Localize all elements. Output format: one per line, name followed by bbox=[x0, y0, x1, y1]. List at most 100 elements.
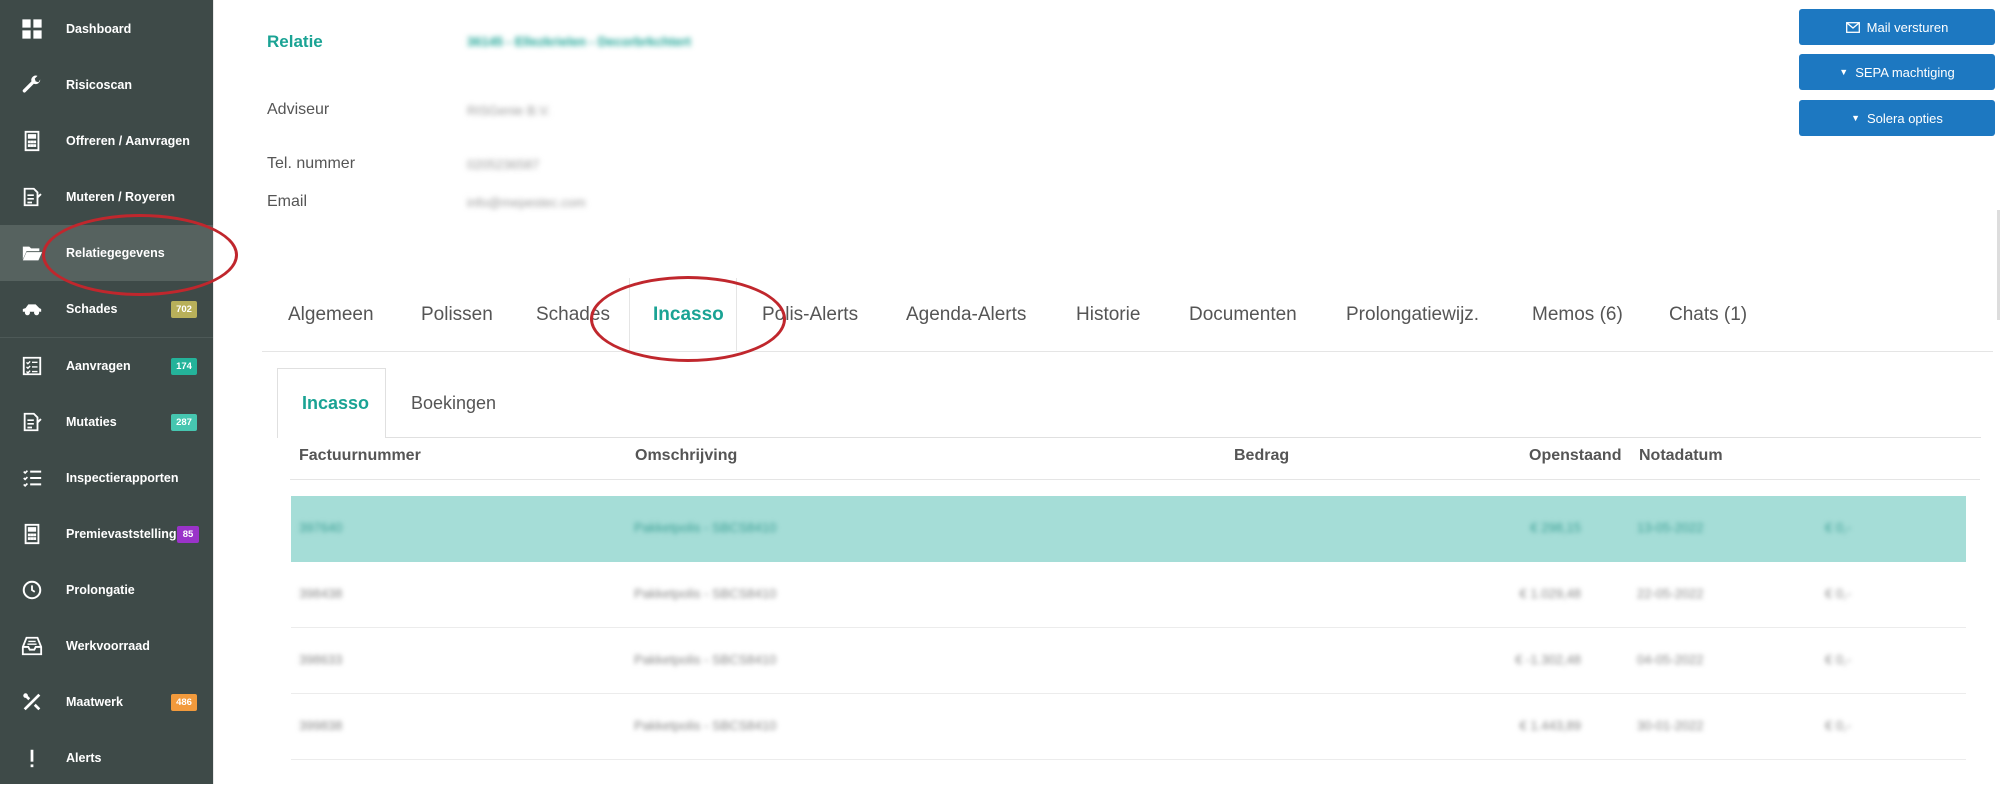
cell-bedrag: € -1.302,48 bbox=[1515, 652, 1581, 667]
mail-versturen-button[interactable]: Mail versturen bbox=[1799, 9, 1995, 45]
sidebar-item-label: Risicoscan bbox=[66, 78, 133, 92]
tab-historie[interactable]: Historie bbox=[1076, 278, 1140, 352]
sidebar-item-alerts[interactable]: Alerts bbox=[0, 730, 213, 786]
solera-opties-label: Solera opties bbox=[1867, 110, 1943, 126]
tools-icon bbox=[20, 690, 44, 714]
cell-factuurnummer: 398438 bbox=[299, 586, 343, 601]
column-header-factuurnummer[interactable]: Factuurnummer bbox=[299, 447, 421, 465]
tab-polis-alerts[interactable]: Polis-Alerts bbox=[762, 278, 858, 352]
sidebar-item-muteren[interactable]: Muteren / Royeren bbox=[0, 169, 213, 225]
mail-versturen-label: Mail versturen bbox=[1866, 19, 1949, 35]
calculator-icon bbox=[20, 522, 44, 546]
tab-separator bbox=[629, 278, 630, 352]
subtab-boekingen[interactable]: Boekingen bbox=[411, 368, 496, 438]
cell-factuurnummer: 399838 bbox=[299, 718, 343, 733]
subtab-border bbox=[277, 437, 1981, 438]
sidebar-item-werkvoorraad[interactable]: Werkvoorraad bbox=[0, 618, 213, 674]
schades-count-badge: 702 bbox=[171, 300, 197, 318]
document-edit-icon bbox=[20, 410, 44, 434]
tab-prolongatiewijz[interactable]: Prolongatiewijz. bbox=[1346, 278, 1479, 352]
sidebar-item-risicoscan[interactable]: Risicoscan bbox=[0, 57, 213, 113]
mutaties-count-badge: 287 bbox=[171, 413, 197, 431]
table-header-divider bbox=[290, 479, 1980, 480]
table-row-selected[interactable]: 397640 Pakketpolis - SBCS8410 € 298,15 €… bbox=[291, 496, 1966, 562]
calculator-icon bbox=[20, 129, 44, 153]
tab-memos[interactable]: Memos (6) bbox=[1532, 278, 1623, 352]
sidebar-item-inspectierapporten[interactable]: Inspectierapporten bbox=[0, 450, 213, 506]
sidebar-item-label: Inspectierapporten bbox=[66, 471, 179, 485]
caret-down-icon: ▼ bbox=[1851, 113, 1861, 123]
sidebar: Dashboard Risicoscan Offreren / Aanvrage… bbox=[0, 0, 213, 784]
sidebar-item-relatiegegevens[interactable]: Relatiegegevens bbox=[0, 225, 213, 281]
sidebar-item-mutaties[interactable]: Mutaties 287 bbox=[0, 394, 213, 450]
cell-notadatum: 30-01-2022 bbox=[1637, 718, 1704, 733]
tel-value: 0205236587 bbox=[467, 157, 540, 172]
sidebar-item-label: Schades bbox=[66, 302, 118, 316]
column-header-bedrag[interactable]: Bedrag bbox=[1234, 447, 1289, 465]
folder-open-icon bbox=[20, 241, 44, 265]
sidebar-item-premievaststelling[interactable]: Premievaststelling 85 bbox=[0, 506, 213, 562]
table-row[interactable]: 398438 Pakketpolis - SBCS8410 € 1.029,48… bbox=[291, 562, 1966, 628]
table-row[interactable]: 399838 Pakketpolis - SBCS8410 € 1.443,89… bbox=[291, 694, 1966, 760]
tab-separator bbox=[736, 278, 737, 352]
envelope-icon bbox=[1845, 21, 1860, 33]
tab-incasso[interactable]: Incasso bbox=[653, 278, 724, 352]
tab-agenda-alerts[interactable]: Agenda-Alerts bbox=[906, 278, 1026, 352]
checklist-icon bbox=[20, 354, 44, 378]
tab-chats[interactable]: Chats (1) bbox=[1669, 278, 1747, 352]
sepa-machtiging-label: SEPA machtiging bbox=[1855, 64, 1955, 80]
sidebar-item-label: Maatwerk bbox=[66, 695, 123, 709]
aanvragen-count-badge: 174 bbox=[171, 357, 197, 375]
cell-notadatum: 13-05-2022 bbox=[1637, 520, 1704, 535]
tab-algemeen[interactable]: Algemeen bbox=[288, 278, 374, 352]
sidebar-item-schades[interactable]: Schades 702 bbox=[0, 281, 213, 337]
exclamation-icon bbox=[20, 746, 44, 770]
clock-icon bbox=[20, 578, 44, 602]
sidebar-item-label: Muteren / Royeren bbox=[66, 190, 176, 204]
cell-factuurnummer: 397640 bbox=[299, 520, 343, 535]
column-header-notadatum[interactable]: Notadatum bbox=[1639, 447, 1723, 465]
caret-down-icon: ▼ bbox=[1839, 67, 1849, 77]
column-header-omschrijving[interactable]: Omschrijving bbox=[635, 447, 737, 465]
sidebar-item-aanvragen[interactable]: Aanvragen 174 bbox=[0, 338, 213, 394]
wrench-icon bbox=[20, 73, 44, 97]
sidebar-item-label: Dashboard bbox=[66, 22, 132, 36]
table-row[interactable]: 398633 Pakketpolis - SBCS8410 € -1.302,4… bbox=[291, 628, 1966, 694]
sidebar-item-maatwerk[interactable]: Maatwerk 486 bbox=[0, 674, 213, 730]
cell-omschrijving: Pakketpolis - SBCS8410 bbox=[634, 718, 777, 733]
email-value: info@mepestec.com bbox=[467, 195, 586, 210]
sidebar-item-label: Prolongatie bbox=[66, 583, 135, 597]
tab-polissen[interactable]: Polissen bbox=[421, 278, 493, 352]
sidebar-item-label: Mutaties bbox=[66, 415, 117, 429]
cell-bedrag: € 298,15 bbox=[1530, 520, 1581, 535]
cell-omschrijving: Pakketpolis - SBCS8410 bbox=[634, 586, 777, 601]
cell-factuurnummer: 398633 bbox=[299, 652, 343, 667]
sidebar-item-label: Relatiegegevens bbox=[66, 246, 165, 260]
tab-schades[interactable]: Schades bbox=[536, 278, 610, 352]
cell-omschrijving: Pakketpolis - SBCS8410 bbox=[634, 652, 777, 667]
maatwerk-count-badge: 486 bbox=[171, 693, 197, 711]
sidebar-item-label: Offreren / Aanvragen bbox=[66, 134, 190, 148]
cell-notadatum: 04-05-2022 bbox=[1637, 652, 1704, 667]
tab-documenten[interactable]: Documenten bbox=[1189, 278, 1297, 352]
cell-bedrag: € 1.443,89 bbox=[1519, 718, 1581, 733]
solera-opties-button[interactable]: ▼ Solera opties bbox=[1799, 100, 1995, 136]
relatie-value-link[interactable]: 36145 - Ellezkrielen - Decorbrkchtert bbox=[467, 34, 691, 49]
column-header-openstaand[interactable]: Openstaand bbox=[1529, 447, 1621, 465]
sidebar-item-dashboard[interactable]: Dashboard bbox=[0, 1, 213, 57]
premievaststelling-count-badge: 85 bbox=[177, 525, 199, 543]
sepa-machtiging-button[interactable]: ▼ SEPA machtiging bbox=[1799, 54, 1995, 90]
adviseur-value: RISGenie B.V. bbox=[467, 103, 551, 118]
cell-bedrag: € 1.029,48 bbox=[1519, 586, 1581, 601]
adviseur-label: Adviseur bbox=[267, 101, 330, 118]
sidebar-item-offreren[interactable]: Offreren / Aanvragen bbox=[0, 113, 213, 169]
grid-icon bbox=[20, 17, 44, 41]
car-icon bbox=[20, 297, 44, 321]
sidebar-item-label: Premievaststelling bbox=[66, 527, 177, 541]
sidebar-item-label: Werkvoorraad bbox=[66, 639, 150, 653]
tel-label: Tel. nummer bbox=[267, 155, 356, 172]
cell-omschrijving: Pakketpolis - SBCS8410 bbox=[634, 520, 777, 535]
sidebar-item-prolongatie[interactable]: Prolongatie bbox=[0, 562, 213, 618]
list-check-icon bbox=[20, 466, 44, 490]
subtab-incasso[interactable]: Incasso bbox=[302, 368, 369, 438]
